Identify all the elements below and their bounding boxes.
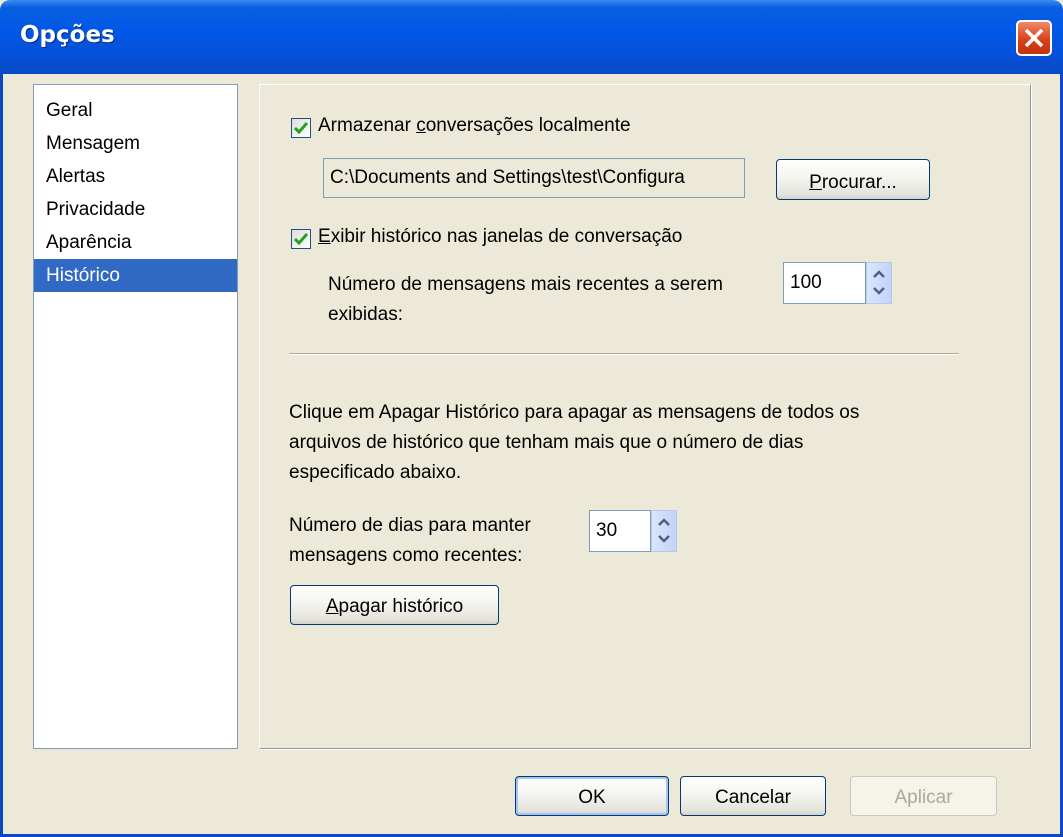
recent-count-spinner[interactable] <box>866 262 892 304</box>
checkmark-icon <box>294 122 308 135</box>
browse-button[interactable]: Procurar... <box>776 159 930 200</box>
sidebar-item-mensagem[interactable]: Mensagem <box>34 127 237 160</box>
ok-button[interactable]: OK <box>515 776 669 816</box>
spinner-down-button[interactable] <box>867 283 891 303</box>
history-path-field[interactable]: C:\Documents and Settings\test\Configura <box>323 158 745 198</box>
spinner-up-button[interactable] <box>867 263 891 283</box>
days-label: Número de dias para manter mensagens com… <box>289 515 531 566</box>
cancel-button[interactable]: Cancelar <box>680 776 826 816</box>
chevron-up-icon <box>873 270 885 278</box>
clear-history-description: Clique em Apagar Histórico para apagar a… <box>289 402 860 483</box>
title-bar[interactable]: Opções <box>0 0 1063 74</box>
category-list[interactable]: Geral Mensagem Alertas Privacidade Aparê… <box>33 84 238 749</box>
checkmark-icon <box>294 233 308 246</box>
sidebar-item-historico[interactable]: Histórico <box>34 259 237 292</box>
sidebar-item-privacidade[interactable]: Privacidade <box>34 193 237 226</box>
chevron-up-icon <box>658 518 670 526</box>
days-spinner[interactable] <box>651 510 677 552</box>
close-button[interactable] <box>1016 20 1052 56</box>
sidebar-item-alertas[interactable]: Alertas <box>34 160 237 193</box>
recent-count-label: Número de mensagens mais recentes a sere… <box>328 274 723 325</box>
clear-history-button[interactable]: Apagar histórico <box>290 585 499 625</box>
window-frame-left <box>0 74 3 837</box>
show-history-label[interactable]: Exibir histórico nas janelas de conversa… <box>318 226 682 248</box>
apply-button[interactable]: Aplicar <box>850 776 997 816</box>
close-icon <box>1024 28 1044 48</box>
section-divider <box>289 353 959 355</box>
sidebar-item-aparencia[interactable]: Aparência <box>34 226 237 259</box>
recent-count-input[interactable]: 100 <box>783 262 866 304</box>
store-locally-checkbox[interactable] <box>291 118 311 138</box>
window-title: Opções <box>20 22 115 48</box>
days-input[interactable]: 30 <box>589 510 651 552</box>
show-history-checkbox[interactable] <box>291 229 311 249</box>
store-locally-label[interactable]: Armazenar conversações localmente <box>318 115 631 137</box>
chevron-down-icon <box>873 287 885 295</box>
chevron-down-icon <box>658 535 670 543</box>
spinner-down-button[interactable] <box>652 531 676 551</box>
sidebar-item-geral[interactable]: Geral <box>34 94 237 127</box>
spinner-up-button[interactable] <box>652 511 676 531</box>
